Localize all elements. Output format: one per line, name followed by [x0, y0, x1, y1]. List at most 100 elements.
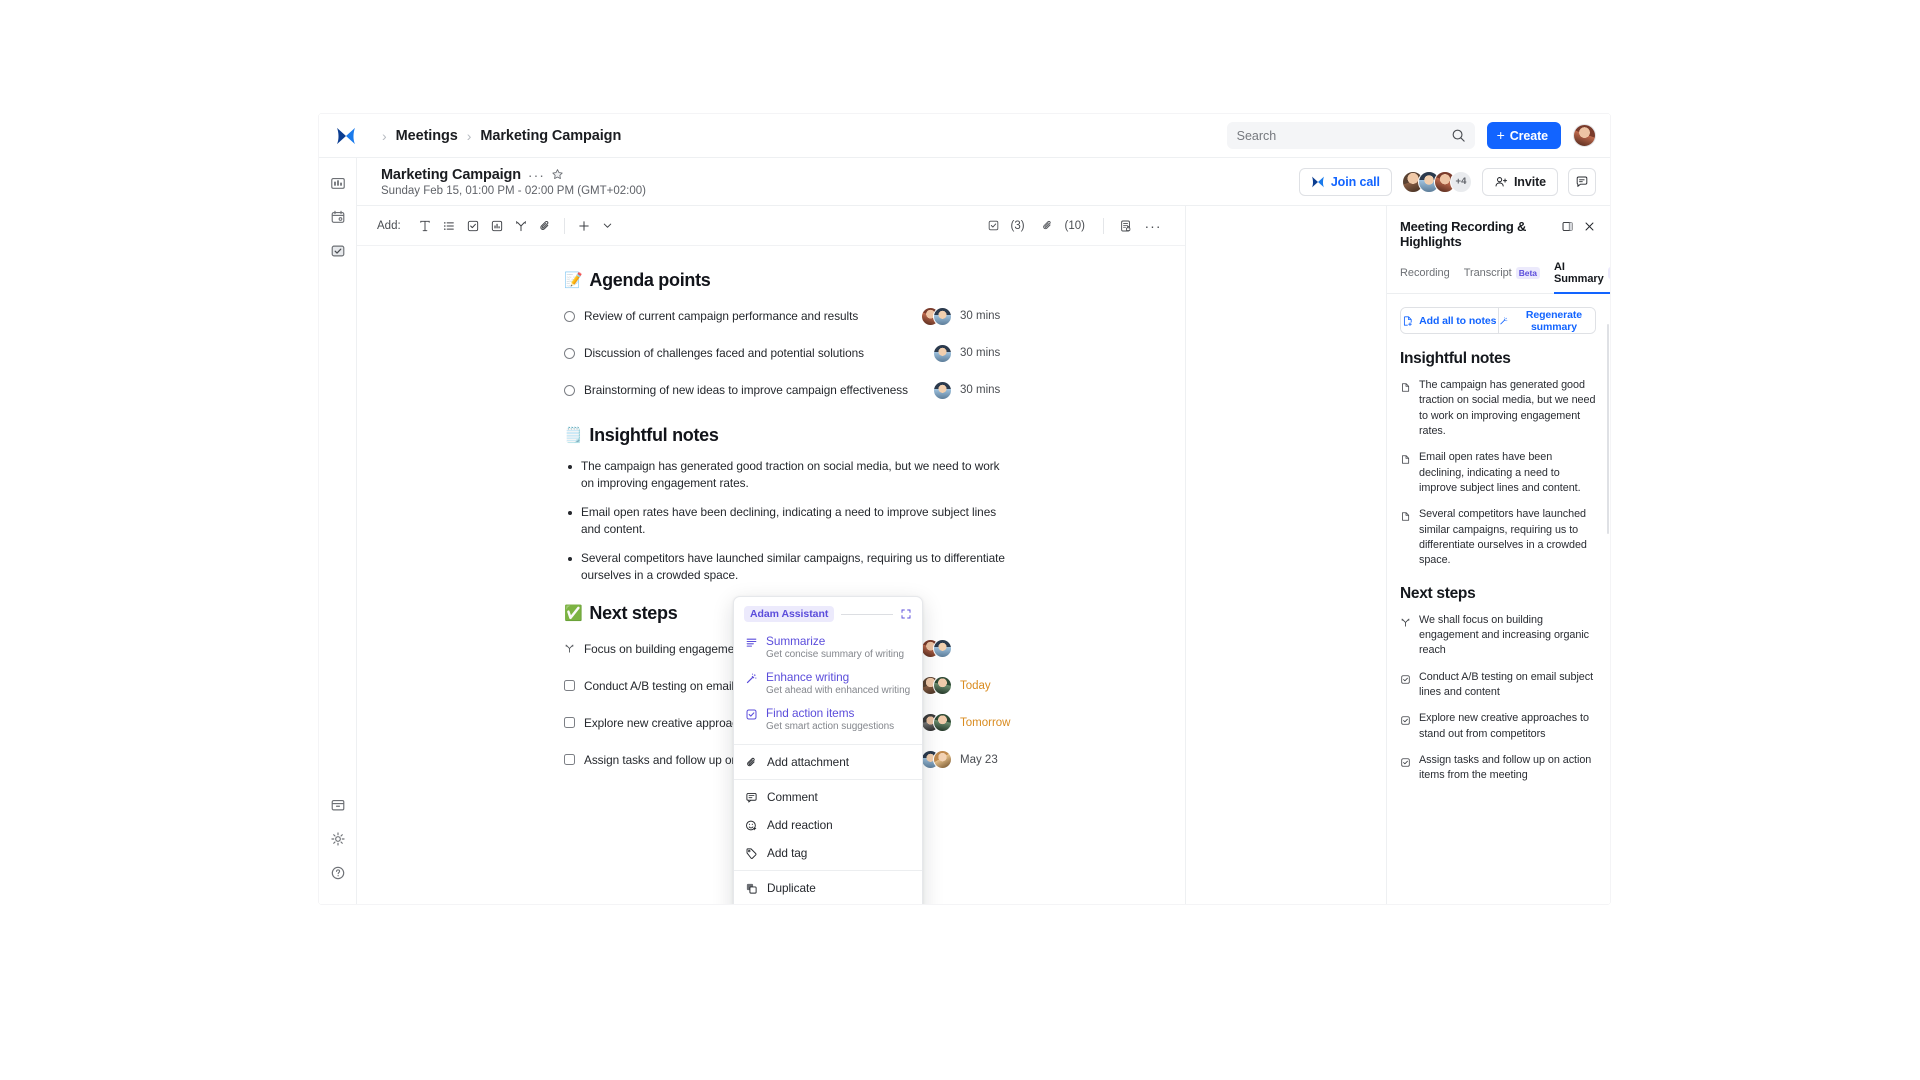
expand-icon[interactable] — [900, 608, 912, 620]
panel-step-item[interactable]: Explore new creative approaches to stand… — [1386, 711, 1610, 742]
menu-item-enhance-writing[interactable]: Enhance writing Get ahead with enhanced … — [734, 666, 922, 702]
checkbox-icon[interactable] — [564, 717, 575, 729]
breadcrumb-meetings[interactable]: Meetings — [396, 128, 458, 144]
agenda-row-text: Review of current campaign performance a… — [584, 309, 859, 323]
invite-button[interactable]: Invite — [1481, 167, 1558, 196]
menu-item-add-attachment[interactable]: Add attachment — [734, 748, 922, 776]
notes-permissions-button[interactable] — [1114, 214, 1138, 238]
panel-edge — [1386, 206, 1387, 904]
meeting-header-actions: Join call +4 Invite — [1298, 167, 1596, 196]
assignee-avatars[interactable] — [933, 343, 952, 363]
insert-branch-button[interactable] — [509, 214, 533, 238]
create-button[interactable]: + Create — [1486, 122, 1561, 149]
insert-checkbox-button[interactable] — [461, 214, 485, 238]
assignee-avatars[interactable] — [921, 750, 952, 770]
assignee-avatars[interactable] — [921, 639, 952, 659]
comment-button[interactable] — [1568, 167, 1596, 196]
panel-action-buttons: Add all to notes Regenerate summary — [1400, 307, 1596, 334]
tasks-icon — [331, 245, 345, 257]
checkbox-icon[interactable] — [1400, 670, 1411, 701]
check-mark-emoji-icon: ✅ — [564, 604, 583, 622]
search-input[interactable] — [1236, 128, 1465, 143]
checkbox-icon[interactable] — [1400, 711, 1411, 742]
join-call-button[interactable]: Join call — [1298, 167, 1392, 196]
sidebar-item-tasks[interactable] — [319, 234, 357, 268]
radio-icon[interactable] — [564, 347, 575, 359]
panel-collapse-icon[interactable] — [1561, 220, 1574, 233]
menu-item-duplicate[interactable]: Duplicate — [734, 874, 922, 902]
panel-note-item[interactable]: Email open rates have been declining, in… — [1386, 450, 1610, 496]
checkbox-icon[interactable] — [1400, 753, 1411, 784]
search-box[interactable] — [1226, 122, 1475, 149]
notepad-emoji-icon: 🗒️ — [564, 427, 583, 444]
sidebar-item-help[interactable] — [319, 856, 357, 890]
participant-avatars[interactable]: +4 — [1401, 170, 1472, 193]
radio-icon[interactable] — [564, 310, 575, 322]
tab-recording[interactable]: Recording — [1400, 261, 1450, 294]
task-count-button[interactable] — [981, 214, 1005, 238]
app-logo[interactable] — [319, 127, 373, 145]
menu-item-find-action-items[interactable]: Find action items Get smart action sugge… — [734, 702, 922, 738]
menu-item-label: Enhance writing — [766, 670, 850, 684]
attachment-count-button[interactable] — [1036, 214, 1060, 238]
menu-item-subtitle: Get smart action suggestions — [766, 721, 895, 732]
attachment-icon — [1043, 220, 1051, 230]
assignee-avatars[interactable] — [933, 380, 952, 400]
next-steps-heading-text: Next steps — [589, 602, 678, 623]
list-item[interactable]: Several competitors have launched simila… — [564, 550, 1006, 584]
block-context-menu: Adam Assistant Summarize Get concise sum — [733, 596, 923, 904]
menu-item-add-tag[interactable]: Add tag — [734, 839, 922, 867]
add-all-to-notes-button[interactable]: Add all to notes — [1401, 308, 1498, 333]
sidebar-item-calendar[interactable] — [319, 200, 357, 234]
agenda-duration: 30 mins — [960, 347, 1001, 359]
sidebar-item-dashboard[interactable] — [319, 166, 357, 200]
insert-attachment-button[interactable] — [533, 214, 557, 238]
insert-text-button[interactable] — [413, 214, 437, 238]
add-to-notes-icon — [1404, 315, 1412, 326]
list-item[interactable]: The campaign has generated good traction… — [564, 458, 1006, 492]
create-button-label: Create — [1509, 128, 1548, 143]
sidebar-item-archive[interactable] — [319, 788, 357, 822]
panel-note-item[interactable]: The campaign has generated good traction… — [1386, 378, 1610, 439]
regenerate-summary-button[interactable]: Regenerate summary — [1497, 308, 1595, 333]
next-step-date: Today — [960, 679, 991, 692]
radio-icon[interactable] — [564, 384, 575, 396]
insert-list-button[interactable] — [437, 214, 461, 238]
checkbox-icon[interactable] — [564, 680, 575, 692]
star-icon[interactable] — [551, 168, 564, 181]
user-avatar[interactable] — [1573, 124, 1596, 147]
panel-step-item[interactable]: Assign tasks and follow up on action ite… — [1386, 753, 1610, 784]
assignee-avatars[interactable] — [921, 306, 952, 326]
next-step-meta — [921, 639, 1006, 659]
tab-transcript[interactable]: Transcript Beta — [1464, 261, 1540, 294]
document-icon — [1400, 378, 1411, 439]
left-rail-bottom — [319, 788, 357, 890]
agenda-row[interactable]: Brainstorming of new ideas to improve ca… — [564, 377, 1006, 403]
page-title: Marketing Campaign — [381, 166, 521, 183]
panel-scrollbar[interactable] — [1607, 324, 1609, 534]
sidebar-item-settings[interactable] — [319, 822, 357, 856]
assignee-avatars[interactable] — [921, 676, 952, 696]
editor-more-button[interactable]: ··· — [1141, 214, 1165, 238]
meeting-more-button[interactable]: ··· — [528, 167, 545, 183]
meeting-header: Marketing Campaign ··· Sunday Feb 15, 01… — [357, 158, 1610, 206]
agenda-row[interactable]: Review of current campaign performance a… — [564, 303, 1006, 329]
menu-item-comment[interactable]: Comment — [734, 783, 922, 811]
menu-item-summarize[interactable]: Summarize Get concise summary of writing — [734, 630, 922, 666]
checkbox-icon[interactable] — [564, 754, 575, 766]
agenda-row[interactable]: Discussion of challenges faced and poten… — [564, 340, 1006, 366]
ai-assistant-header: Adam Assistant — [734, 597, 922, 628]
breadcrumb-marketing-campaign[interactable]: Marketing Campaign — [480, 128, 621, 144]
panel-note-item[interactable]: Several competitors have launched simila… — [1386, 507, 1610, 568]
assignee-avatars[interactable] — [921, 713, 952, 733]
insert-dropdown-button[interactable] — [596, 214, 620, 238]
insert-more-button[interactable] — [572, 214, 596, 238]
panel-step-item[interactable]: We shall focus on building engagement an… — [1386, 613, 1610, 659]
list-item[interactable]: Email open rates have been declining, in… — [564, 504, 1006, 538]
menu-item-delete[interactable]: Delete — [734, 902, 922, 904]
menu-item-add-reaction[interactable]: Add reaction — [734, 811, 922, 839]
panel-step-item[interactable]: Conduct A/B testing on email subject lin… — [1386, 670, 1610, 701]
tab-ai-summary[interactable]: AI Summary Beta — [1553, 261, 1610, 294]
close-icon[interactable] — [1583, 220, 1596, 233]
insert-chart-button[interactable] — [485, 214, 509, 238]
